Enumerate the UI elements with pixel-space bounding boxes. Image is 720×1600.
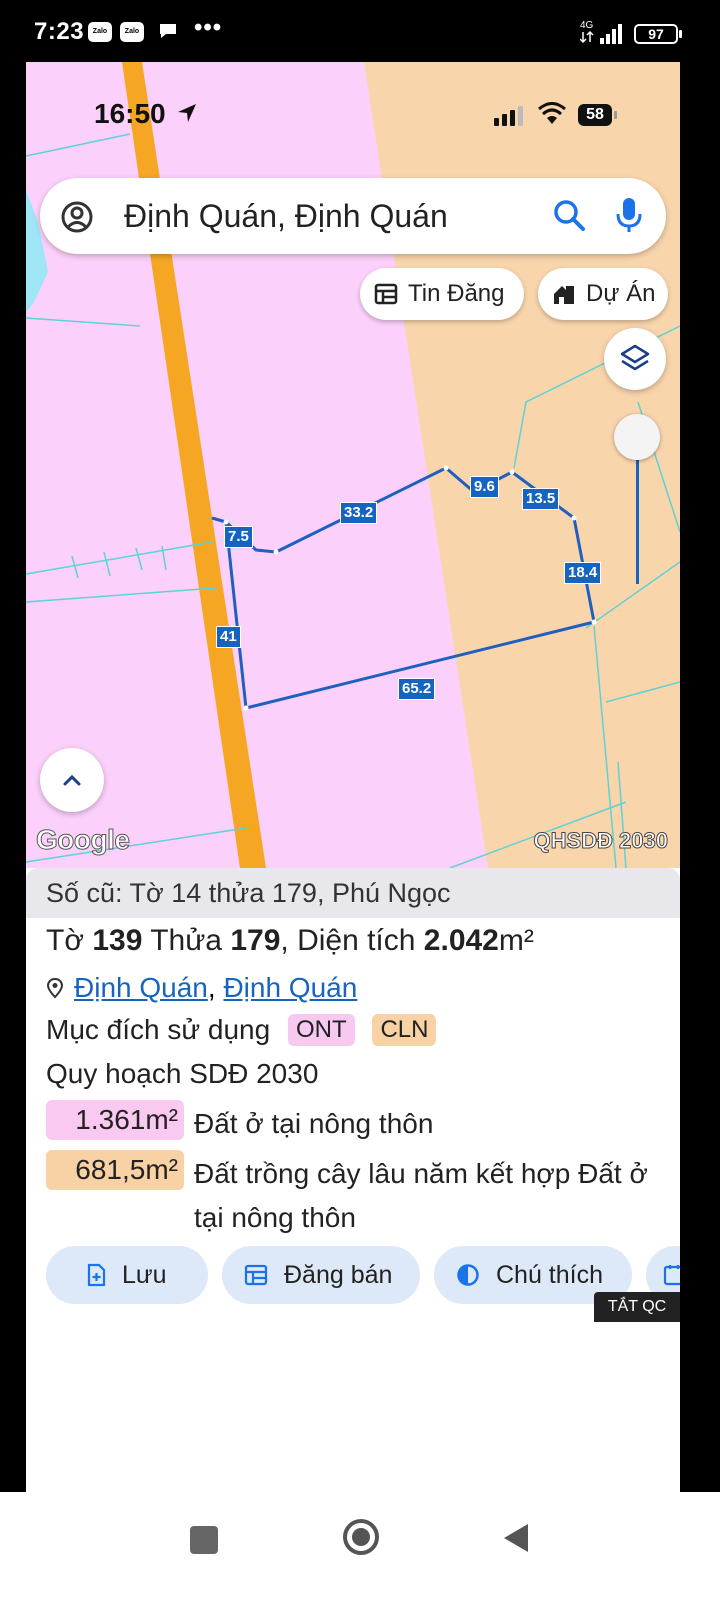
plan-item-area: 681,5m² — [46, 1150, 184, 1190]
chat-bubble-icon — [160, 24, 176, 38]
home-button[interactable] — [342, 1518, 380, 1556]
add-file-icon — [87, 1263, 106, 1287]
back-button[interactable] — [502, 1522, 530, 1554]
purpose-label: Mục đích sử dụng — [46, 1014, 271, 1045]
parcel-number: 179 — [230, 924, 281, 957]
segment-length-label: 41 — [216, 626, 241, 648]
android-battery-icon: 97 — [634, 24, 682, 44]
location-arrow-icon — [178, 104, 196, 122]
zalo-notification-icon: Zalo — [120, 22, 144, 42]
location-row: Định Quán, Định Quán — [46, 972, 357, 1004]
district-link[interactable]: Định Quán — [74, 972, 208, 1003]
old-parcel-number: Số cũ: Tờ 14 thửa 179, Phú Ngọc — [26, 868, 680, 918]
calendar-add-icon — [663, 1265, 680, 1286]
plan-item-desc: Đất ở tại nông thôn — [194, 1108, 434, 1139]
plan-item-desc: Đất trồng cây lâu năm kết hợp Đất ở tại … — [194, 1158, 648, 1233]
segment-length-label: 65.2 — [398, 678, 436, 700]
land-use-purpose: Mục đích sử dụng ONT CLN — [46, 1014, 437, 1046]
hide-ads-button[interactable]: TẮT QC — [594, 1292, 680, 1322]
expand-panel-button[interactable] — [40, 748, 104, 812]
mic-icon[interactable] — [612, 196, 646, 234]
tin-dang-label: Tin Đăng — [408, 280, 505, 307]
android-clock: 7:23 — [34, 18, 85, 45]
commune-link[interactable]: Định Quán — [223, 972, 357, 1003]
segment-length-label: 33.2 — [340, 502, 378, 524]
du-an-label: Dự Án — [586, 280, 656, 307]
ios-clock: 16:50 — [94, 98, 166, 129]
area-value: 2.042 — [423, 924, 499, 957]
listing-icon — [374, 283, 398, 305]
segment-length-label: 7.5 — [224, 526, 253, 548]
buildings-icon — [554, 286, 574, 304]
map-app-screenshot: 7.5 33.2 9.6 13.5 18.4 41 65.2 16:50 58 … — [26, 62, 680, 1492]
chevron-up-icon — [63, 774, 81, 786]
area-unit: m² — [498, 924, 534, 957]
google-logo: Google — [35, 824, 130, 856]
sheet-number: 139 — [92, 924, 143, 957]
segment-length-label: 9.6 — [470, 476, 499, 498]
parcel-info-panel: Số cũ: Tờ 14 thửa 179, Phú Ngọc Tờ 139 T… — [26, 868, 680, 1492]
du-an-chip[interactable]: Dự Án — [538, 268, 668, 320]
save-label: Lưu — [122, 1261, 167, 1289]
parcel-title: Tờ 139 Thửa 179, Diện tích 2.042m² — [46, 924, 534, 957]
layers-icon — [620, 344, 650, 371]
purpose-tag-cln: CLN — [372, 1014, 437, 1046]
wifi-icon — [538, 102, 566, 124]
purpose-tag-ont: ONT — [287, 1014, 355, 1046]
zalo-notification-icon: Zalo — [88, 22, 112, 42]
map-view[interactable]: 7.5 33.2 9.6 13.5 18.4 41 65.2 16:50 58 … — [26, 62, 680, 868]
signal-4g-icon: 4G — [580, 20, 622, 44]
map-layers-button[interactable] — [604, 328, 666, 390]
contrast-icon — [457, 1264, 479, 1286]
overlay-label: QHSDĐ 2030 — [533, 828, 669, 854]
segment-length-label: 13.5 — [522, 488, 560, 510]
search-icon[interactable] — [552, 198, 586, 232]
parcel-label: Thửa — [150, 924, 222, 957]
phone-screen: 7:23 Zalo Zalo ••• 4G 97 7.5 33.2 9.6 13… — [0, 0, 720, 1600]
listing-icon — [244, 1264, 268, 1286]
network-type-label: 4G — [580, 20, 594, 31]
opacity-slider-knob[interactable] — [614, 414, 660, 460]
more-notifications-icon: ••• — [194, 14, 223, 41]
sheet-label: Tờ — [46, 924, 84, 957]
search-input[interactable]: Định Quán, Định Quán — [124, 198, 448, 235]
area-label: Diện tích — [297, 924, 416, 957]
tin-dang-chip[interactable]: Tin Đăng — [360, 268, 524, 320]
plan-heading: Quy hoạch SDĐ 2030 — [46, 1058, 319, 1089]
post-sale-label: Đăng bán — [284, 1261, 393, 1289]
segment-length-label: 18.4 — [564, 562, 602, 584]
account-circle-icon[interactable] — [60, 200, 94, 234]
save-button[interactable]: Lưu — [46, 1246, 208, 1304]
android-nav-bar — [0, 1492, 720, 1600]
search-bar[interactable]: Định Quán, Định Quán — [40, 178, 666, 254]
android-status-bar: 7:23 Zalo Zalo ••• 4G 97 — [0, 0, 720, 64]
plan-item-area: 1.361m² — [46, 1100, 184, 1140]
ios-battery-icon: 58 — [578, 104, 617, 126]
cellular-signal-icon — [494, 106, 523, 126]
post-sale-button[interactable]: Đăng bán — [222, 1246, 420, 1304]
recents-button[interactable] — [190, 1526, 218, 1554]
legend-label: Chú thích — [496, 1261, 604, 1289]
map-pin-icon — [46, 977, 64, 999]
